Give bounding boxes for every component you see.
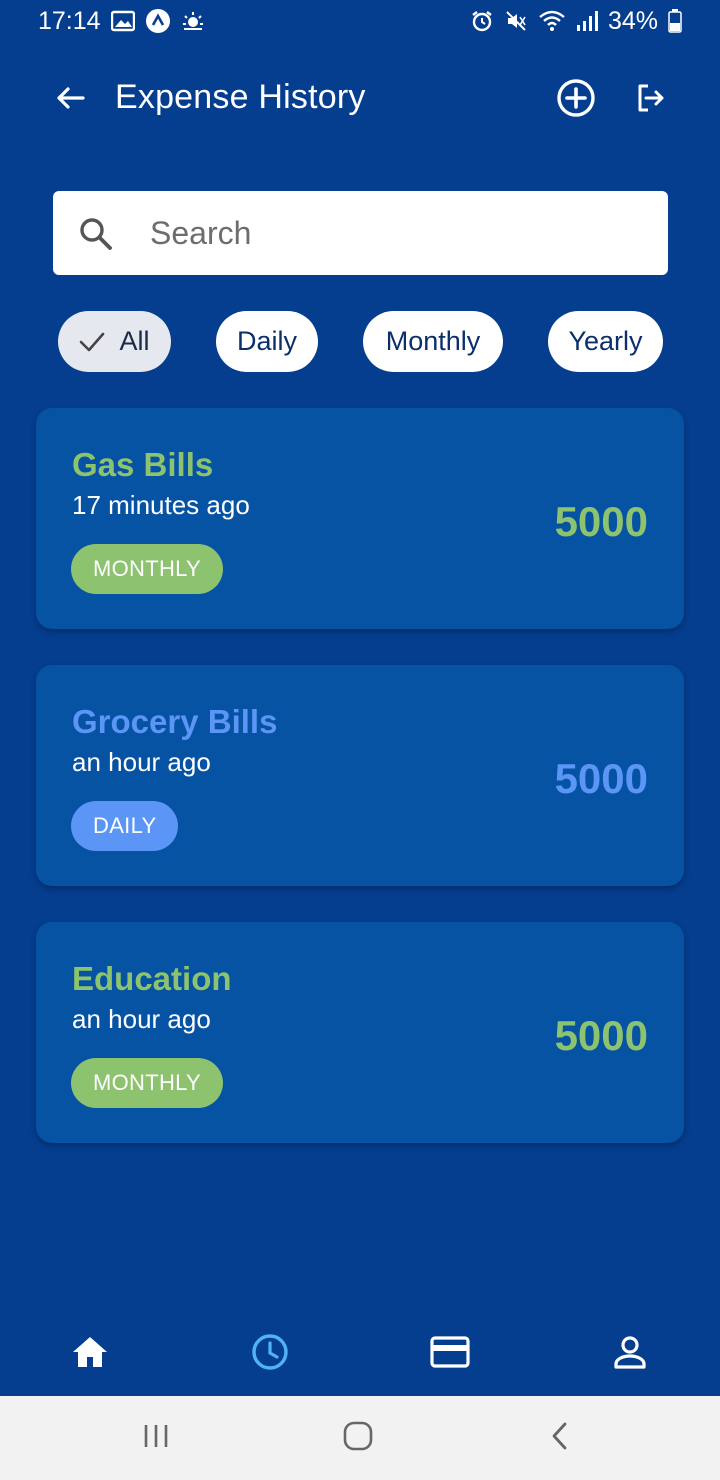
expense-time: an hour ago	[72, 1004, 211, 1034]
search-input[interactable]	[150, 205, 650, 261]
filter-chip-monthly[interactable]: Monthly	[363, 311, 503, 372]
mute-icon	[504, 9, 528, 33]
expense-time: an hour ago	[72, 747, 211, 777]
status-left: 17:14	[38, 7, 205, 36]
weather-icon	[181, 10, 205, 32]
arrow-left-icon	[55, 86, 85, 115]
battery-icon	[668, 9, 682, 33]
search-icon	[78, 216, 114, 257]
filter-chip-label: Monthly	[385, 326, 481, 356]
expense-title: Gas Bills	[72, 446, 214, 483]
add-circle-icon	[556, 78, 596, 123]
gallery-icon	[110, 10, 135, 32]
expense-card[interactable]: Gas Bills 17 minutes ago 5000 MONTHLY	[36, 408, 684, 629]
expense-card[interactable]: Education an hour ago 5000 MONTHLY	[36, 922, 684, 1143]
app-bar: Expense History	[0, 62, 720, 136]
expense-title: Education	[72, 960, 232, 997]
app-notification-icon	[145, 8, 171, 34]
recent-apps-icon	[142, 1423, 170, 1454]
status-bar: 17:14 34%	[0, 0, 720, 42]
nav-home[interactable]	[70, 1334, 110, 1374]
nav-cards[interactable]	[430, 1334, 470, 1374]
expense-amount: 5000	[554, 498, 648, 545]
home-circle-icon	[342, 1420, 374, 1457]
wifi-icon	[538, 10, 566, 32]
chevron-left-icon	[549, 1421, 571, 1456]
frequency-badge: MONTHLY	[71, 544, 224, 594]
bottom-nav	[0, 1310, 720, 1396]
alarm-icon	[470, 9, 494, 33]
logout-button[interactable]	[630, 80, 670, 120]
back-system-button[interactable]	[540, 1418, 580, 1458]
expense-title: Grocery Bills	[72, 703, 278, 740]
back-button[interactable]	[50, 80, 90, 120]
history-icon	[251, 1333, 289, 1376]
check-icon	[79, 332, 105, 352]
home-icon	[71, 1335, 109, 1374]
profile-icon	[613, 1335, 647, 1374]
filter-chip-daily[interactable]: Daily	[216, 311, 318, 372]
expense-amount: 5000	[554, 755, 648, 802]
frequency-badge: MONTHLY	[71, 1058, 224, 1108]
signal-icon	[576, 10, 598, 32]
expense-time: 17 minutes ago	[72, 490, 250, 520]
home-system-button[interactable]	[338, 1418, 378, 1458]
filter-chip-all[interactable]: All	[58, 311, 171, 372]
expense-card[interactable]: Grocery Bills an hour ago 5000 DAILY	[36, 665, 684, 886]
filter-chip-label: Daily	[236, 326, 297, 356]
frequency-badge: DAILY	[71, 801, 179, 851]
system-nav-bar	[0, 1396, 720, 1480]
filter-chip-label: Yearly	[568, 326, 643, 356]
recent-apps-button[interactable]	[136, 1418, 176, 1458]
card-icon	[430, 1335, 470, 1373]
page-title: Expense History	[115, 78, 366, 116]
nav-history[interactable]	[250, 1333, 290, 1376]
filter-chip-label: All	[119, 326, 150, 356]
status-right: 34%	[470, 7, 682, 36]
logout-icon	[634, 82, 666, 119]
add-expense-button[interactable]	[554, 78, 598, 122]
expense-amount: 5000	[554, 1012, 648, 1059]
status-time: 17:14	[38, 6, 101, 35]
nav-profile[interactable]	[610, 1334, 650, 1374]
battery-percent: 34%	[607, 6, 658, 35]
filter-chip-yearly[interactable]: Yearly	[548, 311, 663, 372]
